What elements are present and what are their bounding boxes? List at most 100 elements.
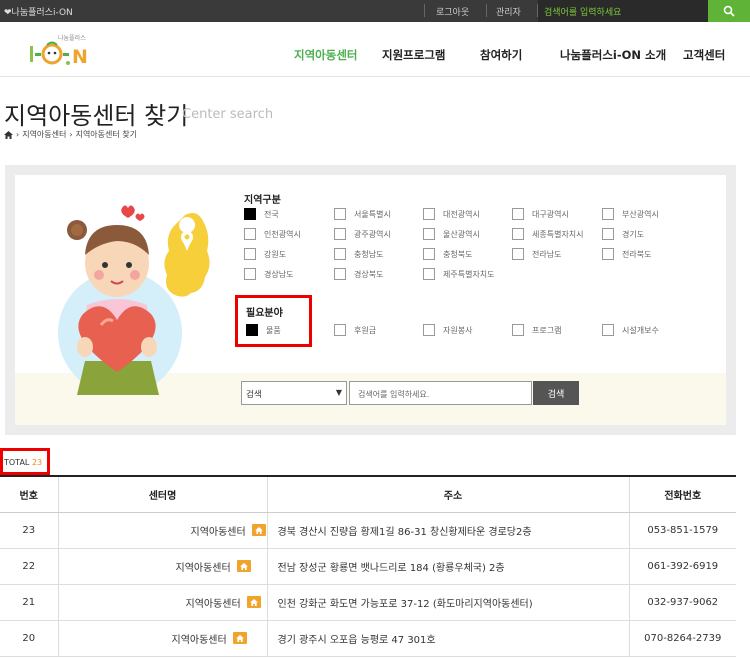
region-option[interactable]: 전라남도 — [512, 248, 561, 260]
region-option-label: 경상북도 — [354, 269, 384, 279]
top-brand[interactable]: ❤나눔플러스i-ON — [4, 5, 73, 18]
keyword-input[interactable]: 검색어를 입력하세요. — [349, 381, 532, 405]
header-name: 센터명 — [58, 475, 268, 513]
home-icon[interactable] — [236, 560, 251, 572]
field-option-label: 시설개보수 — [622, 325, 659, 335]
field-option[interactable]: 후원금 — [334, 324, 376, 336]
center-name-link[interactable]: 지역아동센터 — [176, 559, 231, 574]
checkbox[interactable] — [334, 324, 346, 336]
home-icon[interactable] — [251, 524, 266, 536]
row-address: 경북 경산시 진량읍 황제1길 86-31 창신황제타운 경로당2층 — [267, 512, 630, 549]
top-search-input[interactable]: 검색어를 입력하세요 — [538, 0, 708, 22]
table-row[interactable]: 20 지역아동센터 경기 광주시 오포읍 능평로 47 301호 070-8264-2… — [0, 620, 736, 657]
field-option[interactable]: 자원봉사 — [423, 324, 472, 336]
center-name-link[interactable]: 지역아동센터 — [191, 523, 246, 538]
region-option-label: 강원도 — [264, 249, 287, 259]
region-option-label: 서울특별시 — [354, 209, 391, 219]
region-option[interactable]: 전국 — [244, 208, 279, 220]
checkbox[interactable] — [244, 208, 256, 220]
checkbox[interactable] — [512, 324, 524, 336]
header-tel: 전화번호 — [629, 475, 736, 513]
header-no: 번호 — [0, 475, 59, 513]
home-icon[interactable] — [246, 596, 261, 608]
table-row[interactable]: 23 지역아동센터 경북 경산시 진량읍 황제1길 86-31 창신황제타운 경로당… — [0, 512, 736, 549]
logo-icon: 나눔플러스 N — [30, 34, 88, 68]
nav-local-center[interactable]: 지역아동센터 — [294, 47, 357, 63]
checkbox[interactable] — [602, 324, 614, 336]
region-option[interactable]: 세종특별자치시 — [512, 228, 584, 240]
row-no: 23 — [0, 512, 59, 549]
field-option[interactable]: 시설개보수 — [602, 324, 659, 336]
region-option-label: 광주광역시 — [354, 229, 391, 239]
home-icon[interactable] — [4, 130, 13, 139]
checkbox[interactable] — [423, 248, 435, 260]
search-type-select[interactable]: 검색 ▼ — [241, 381, 347, 405]
checkbox[interactable] — [334, 228, 346, 240]
checkbox[interactable] — [602, 248, 614, 260]
table-row[interactable]: 22 지역아동센터 전남 장성군 황룡면 뱃나드리로 184 (황룡우체국) 2층 0… — [0, 548, 736, 585]
checkbox[interactable] — [512, 248, 524, 260]
checkbox[interactable] — [244, 228, 256, 240]
nav-about[interactable]: 나눔플러스i-ON 소개 — [560, 47, 666, 63]
breadcrumb-item[interactable]: 지역아동센터 — [22, 129, 66, 140]
site-logo[interactable]: 나눔플러스 N — [28, 32, 108, 68]
region-option-label: 경기도 — [622, 229, 645, 239]
field-option[interactable]: 물품 — [246, 324, 281, 336]
region-option[interactable]: 부산광역시 — [602, 208, 659, 220]
region-option[interactable]: 경상북도 — [334, 268, 383, 280]
breadcrumb-item[interactable]: 지역아동센터 찾기 — [76, 129, 137, 140]
checkbox[interactable] — [602, 228, 614, 240]
region-option[interactable]: 전라북도 — [602, 248, 651, 260]
region-option[interactable]: 울산광역시 — [423, 228, 480, 240]
checkbox[interactable] — [423, 228, 435, 240]
total-number: 23 — [31, 458, 43, 467]
admin-link[interactable]: 관리자 — [496, 5, 521, 18]
region-option[interactable]: 경기도 — [602, 228, 644, 240]
top-search-button[interactable] — [708, 0, 750, 22]
region-option-label: 대전광역시 — [443, 209, 480, 219]
field-option[interactable]: 프로그램 — [512, 324, 561, 336]
center-name-link[interactable]: 지역아동센터 — [172, 631, 227, 646]
region-option[interactable]: 인천광역시 — [244, 228, 301, 240]
checkbox[interactable] — [334, 208, 346, 220]
checkbox[interactable] — [334, 248, 346, 260]
nav-customer-center[interactable]: 고객센터 — [683, 47, 725, 63]
checkbox[interactable] — [512, 208, 524, 220]
checkbox[interactable] — [423, 268, 435, 280]
logout-link[interactable]: 로그아웃 — [436, 5, 469, 18]
region-option[interactable]: 충청남도 — [334, 248, 383, 260]
row-address: 인천 강화군 화도면 가능포로 37-12 (화도마리지역아동센터) — [267, 584, 630, 621]
checkbox[interactable] — [423, 324, 435, 336]
site-header: 나눔플러스 N 지역아동센터 지원프로그램 참여하기 나눔플러스i-ON 소개 … — [0, 22, 750, 77]
nav-participate[interactable]: 참여하기 — [480, 47, 522, 63]
home-icon[interactable] — [232, 632, 247, 644]
checkbox[interactable] — [334, 268, 346, 280]
region-option[interactable]: 충청북도 — [423, 248, 472, 260]
region-option[interactable]: 대전광역시 — [423, 208, 480, 220]
region-option[interactable]: 서울특별시 — [334, 208, 391, 220]
search-button[interactable]: 검색 — [533, 381, 579, 405]
checkbox[interactable] — [244, 248, 256, 260]
field-option-label: 프로그램 — [532, 325, 562, 335]
region-option[interactable]: 제주특별자치도 — [423, 268, 495, 280]
select-value: 검색 — [246, 390, 262, 400]
region-option-label: 인천광역시 — [264, 229, 301, 239]
region-option-label: 경상남도 — [264, 269, 294, 279]
child-heart-illustration — [58, 205, 210, 395]
checkbox[interactable] — [512, 228, 524, 240]
total-count: TOTAL 23 — [4, 458, 42, 467]
checkbox[interactable] — [423, 208, 435, 220]
region-option[interactable]: 광주광역시 — [334, 228, 391, 240]
region-option[interactable]: 강원도 — [244, 248, 286, 260]
nav-support-program[interactable]: 지원프로그램 — [382, 47, 445, 63]
checkbox[interactable] — [244, 268, 256, 280]
breadcrumb: › 지역아동센터 › 지역아동센터 찾기 — [4, 129, 137, 140]
checkbox[interactable] — [602, 208, 614, 220]
center-name-link[interactable]: 지역아동센터 — [186, 595, 241, 610]
table-row[interactable]: 21 지역아동센터 인천 강화군 화도면 가능포로 37-12 (화도마리지역아동센… — [0, 584, 736, 621]
row-no: 22 — [0, 548, 59, 585]
region-option-label: 충청북도 — [443, 249, 473, 259]
checkbox[interactable] — [246, 324, 258, 336]
region-option[interactable]: 경상남도 — [244, 268, 293, 280]
region-option[interactable]: 대구광역시 — [512, 208, 569, 220]
